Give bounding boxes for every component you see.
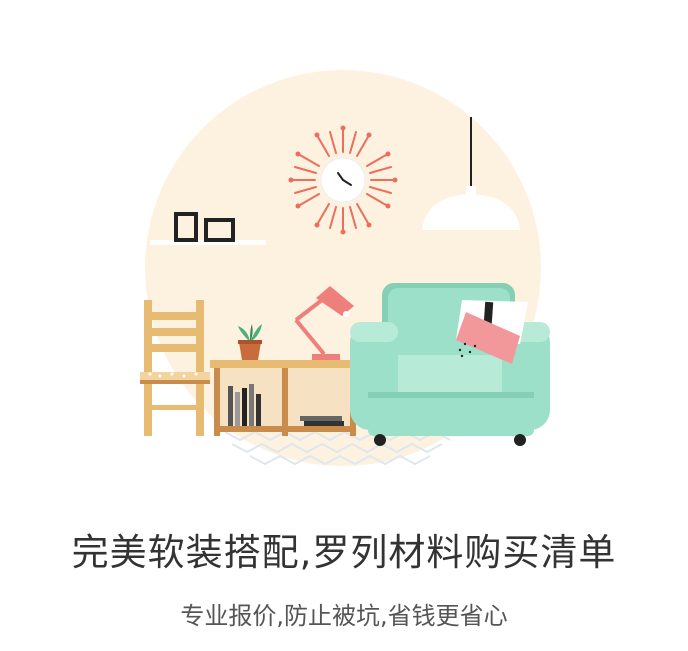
page-subtitle: 专业报价,防止被坑,省钱更省心	[180, 602, 508, 630]
living-room-illustration	[140, 70, 550, 466]
page-headline: 完美软装搭配,罗列材料购买清单	[71, 531, 617, 574]
bookshelf-table-icon	[210, 360, 360, 436]
